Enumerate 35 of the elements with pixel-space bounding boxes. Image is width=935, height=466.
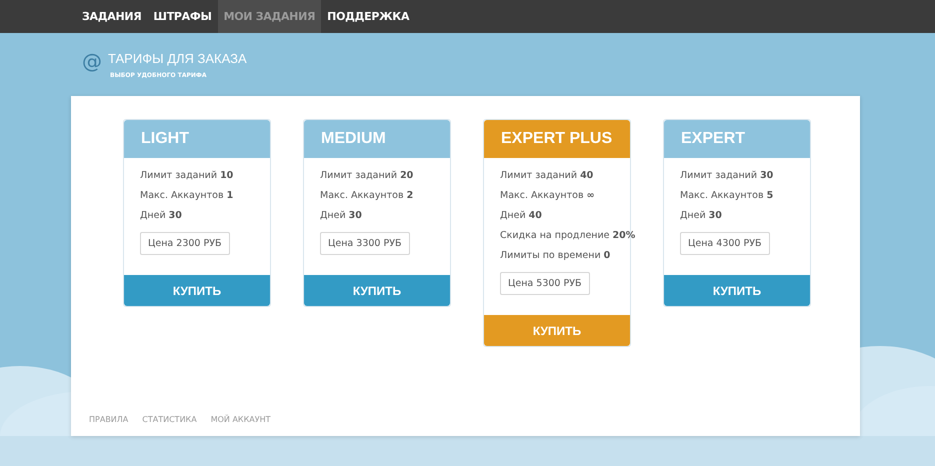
plan-feature: Лимиты по времени 0	[500, 250, 610, 262]
buy-button[interactable]: КУПИТЬ	[124, 275, 270, 306]
price-tag: Цена 5300 РУБ	[500, 272, 590, 295]
plan-feature: Лимит заданий 30	[680, 170, 774, 182]
nav-tab[interactable]: ЗАДАНИЯ	[76, 0, 148, 33]
nav-tab[interactable]: ШТРАФЫ	[147, 0, 218, 33]
nav-tab[interactable]: МОИ ЗАДАНИЯ	[218, 0, 322, 33]
plan-name: MEDIUM	[321, 130, 386, 148]
plan-feature: Скидка на продление 20%	[500, 230, 636, 242]
plan-feature: Дней 30	[680, 210, 722, 222]
plan-feature: Макс. Аккаунтов ∞	[500, 190, 595, 202]
footer-link[interactable]: ПРАВИЛА	[89, 415, 128, 424]
plan-feature: Макс. Аккаунтов 5	[680, 190, 774, 202]
plan-feature: Лимит заданий 20	[320, 170, 414, 182]
price-tag: Цена 2300 РУБ	[140, 232, 230, 255]
plan-feature: Дней 40	[500, 210, 542, 222]
page-title: ТАРИФЫ ДЛЯ ЗАКАЗА	[108, 50, 247, 68]
plan-name: EXPERT PLUS	[501, 130, 612, 148]
plan-name: EXPERT	[681, 130, 746, 148]
footer-link[interactable]: МОЙ АККАУНТ	[210, 415, 271, 424]
plan-name: LIGHT	[141, 130, 189, 148]
price-tag: Цена 4300 РУБ	[680, 232, 770, 255]
plan-feature: Макс. Аккаунтов 1	[140, 190, 234, 202]
plan-feature: Макс. Аккаунтов 2	[320, 190, 414, 202]
price-tag: Цена 3300 РУБ	[320, 232, 410, 255]
plan-feature: Лимит заданий 40	[500, 170, 594, 182]
buy-button[interactable]: КУПИТЬ	[304, 275, 450, 306]
footer-link[interactable]: СТАТИСТИКА	[142, 415, 197, 424]
plan-feature: Дней 30	[320, 210, 362, 222]
buy-button[interactable]: КУПИТЬ	[484, 315, 630, 346]
at-icon: @	[82, 50, 102, 72]
nav-tab[interactable]: ПОДДЕРЖКА	[321, 0, 416, 33]
plan-feature: Дней 30	[140, 210, 182, 222]
plan-feature: Лимит заданий 10	[140, 170, 234, 182]
buy-button[interactable]: КУПИТЬ	[664, 275, 810, 306]
